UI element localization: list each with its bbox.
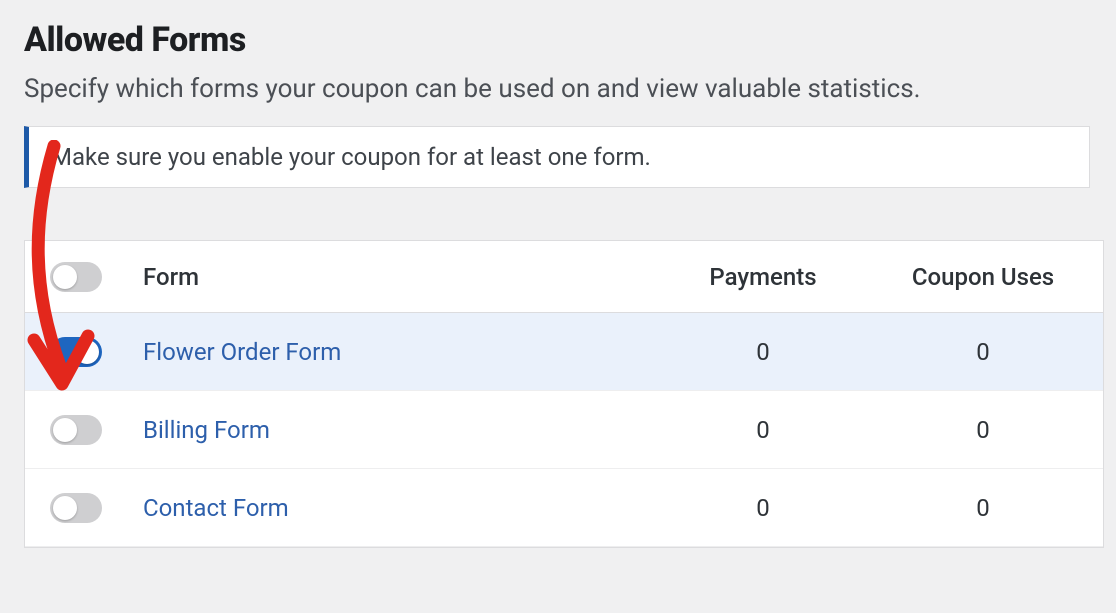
page-subtitle: Specify which forms your coupon can be u… (24, 74, 1092, 104)
form-name-link[interactable]: Billing Form (143, 416, 270, 444)
header-toggle-cell (25, 262, 113, 292)
payments-value: 0 (653, 338, 873, 366)
toggle-form-0[interactable] (50, 337, 102, 367)
toggle-form-2[interactable] (50, 493, 102, 523)
page-title: Allowed Forms (24, 20, 1092, 60)
form-name-link[interactable]: Contact Form (143, 494, 289, 522)
uses-value: 0 (873, 338, 1093, 366)
notice-text: Make sure you enable your coupon for at … (51, 143, 651, 171)
column-header-form: Form (113, 263, 653, 291)
payments-value: 0 (653, 416, 873, 444)
table-row: Flower Order Form 0 0 (25, 313, 1103, 391)
toggle-all[interactable] (50, 262, 102, 292)
toggle-knob (53, 265, 77, 289)
toggle-knob (53, 418, 77, 442)
column-header-payments: Payments (653, 263, 873, 291)
forms-table: Form Payments Coupon Uses Flower Order F… (24, 240, 1104, 548)
toggle-form-1[interactable] (50, 415, 102, 445)
table-header-row: Form Payments Coupon Uses (25, 241, 1103, 313)
toggle-knob (53, 496, 77, 520)
notice-banner: Make sure you enable your coupon for at … (24, 126, 1090, 188)
payments-value: 0 (653, 494, 873, 522)
table-row: Billing Form 0 0 (25, 391, 1103, 469)
uses-value: 0 (873, 416, 1093, 444)
form-name-link[interactable]: Flower Order Form (143, 338, 341, 366)
table-row: Contact Form 0 0 (25, 469, 1103, 547)
column-header-uses: Coupon Uses (873, 263, 1093, 291)
toggle-knob (75, 340, 99, 364)
uses-value: 0 (873, 494, 1093, 522)
